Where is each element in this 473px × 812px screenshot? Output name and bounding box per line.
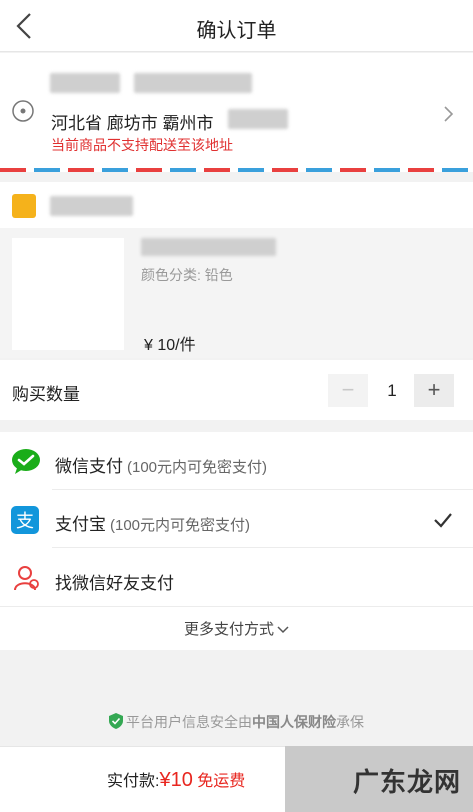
- friend-pay-label: 找微信好友支付: [55, 574, 174, 593]
- friend-pay-icon: [14, 566, 39, 591]
- payment-option-wechat[interactable]: 微信支付 (100元内可免密支付): [0, 432, 473, 490]
- wechat-pay-label: 微信支付: [55, 457, 123, 476]
- security-brand: 中国人保财险: [252, 714, 336, 730]
- quantity-value[interactable]: 1: [372, 381, 412, 401]
- wechat-pay-icon: [12, 449, 40, 474]
- quantity-label: 购买数量: [12, 385, 80, 404]
- payment-option-friend[interactable]: 找微信好友支付: [0, 549, 473, 607]
- security-notice: 平台用户信息安全由中国人保财险承保: [0, 712, 473, 732]
- free-shipping-label: 免运费: [197, 773, 246, 790]
- chevron-down-icon: [277, 626, 289, 634]
- payment-option-alipay[interactable]: 支 支付宝 (100元内可免密支付): [0, 490, 473, 548]
- goods-title-masked: [141, 238, 276, 256]
- shop-icon: [12, 194, 36, 218]
- more-payment-label: 更多支付方式: [183, 621, 274, 638]
- total-price: 实付款:¥10 免运费: [107, 767, 245, 792]
- chevron-right-icon[interactable]: [443, 104, 455, 124]
- page-title: 确认订单: [196, 20, 277, 42]
- shop-name-masked: [50, 196, 133, 216]
- wechat-pay-note: (100元内可免密支付): [127, 459, 268, 476]
- shield-icon: [109, 713, 123, 729]
- divider: [52, 547, 473, 548]
- quantity-plus-button[interactable]: +: [414, 374, 454, 407]
- address-region: 河北省 廊坊市 霸州市: [51, 114, 214, 133]
- watermark-logo: 广东龙网: [352, 767, 461, 797]
- address-envelope-stripe: [0, 168, 473, 172]
- security-prefix: 平台用户信息安全由: [126, 714, 252, 730]
- goods-thumbnail: [12, 238, 124, 350]
- location-pin-icon: [12, 100, 34, 122]
- quantity-minus-button[interactable]: −: [328, 374, 368, 407]
- security-suffix: 承保: [336, 714, 364, 730]
- svg-text:支: 支: [16, 511, 34, 532]
- more-payment-methods[interactable]: 更多支付方式: [0, 618, 473, 639]
- total-amount: ¥10: [159, 769, 193, 791]
- total-label: 实付款:: [107, 773, 160, 790]
- alipay-label: 支付宝: [55, 515, 106, 534]
- receiver-name-masked: [50, 73, 120, 93]
- address-warning: 当前商品不支持配送至该地址: [51, 137, 233, 153]
- header: 确认订单: [0, 0, 473, 52]
- alipay-note: (100元内可免密支付): [110, 517, 251, 534]
- checkmark-icon: [434, 513, 452, 528]
- goods-spec: 颜色分类: 铅色: [141, 267, 233, 283]
- divider: [0, 606, 473, 607]
- receiver-phone-masked: [134, 73, 252, 93]
- address-detail-masked: [228, 109, 288, 129]
- alipay-icon: 支: [11, 506, 39, 534]
- goods-price: ¥ 10/件: [144, 337, 196, 354]
